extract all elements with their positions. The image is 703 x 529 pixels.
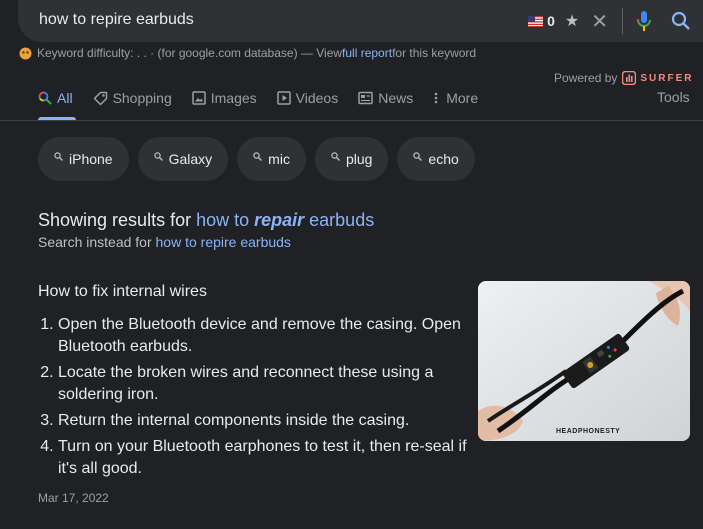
snippet-step: Open the Bluetooth device and remove the…	[58, 314, 483, 358]
refinement-chips: iPhone Galaxy mic plug echo	[38, 137, 484, 181]
tab-all-label: All	[57, 90, 73, 106]
tab-more-label: More	[446, 90, 479, 106]
news-icon	[358, 91, 373, 105]
chip-label: mic	[268, 151, 290, 167]
search-icon	[331, 151, 340, 161]
divider	[622, 8, 623, 34]
keyword-difficulty-text: Keyword difficulty: . . · (for google.co…	[37, 46, 343, 60]
keyword-count: 0	[547, 13, 555, 29]
snippet-date: Mar 17, 2022	[38, 491, 109, 505]
earbud-circuit-image: HEADPHONESTY	[478, 281, 690, 441]
chip-label: Galaxy	[168, 151, 213, 167]
snippet-steps: Open the Bluetooth device and remove the…	[38, 314, 483, 484]
tab-more[interactable]: More	[433, 88, 478, 108]
chip-galaxy[interactable]: Galaxy	[137, 137, 229, 181]
chip-mic[interactable]: mic	[237, 137, 306, 181]
chip-label: plug	[345, 151, 373, 167]
powered-by-label: Powered by	[554, 71, 618, 85]
keywords-everywhere-icon	[19, 47, 32, 59]
tab-videos-label: Videos	[295, 90, 339, 106]
chip-echo[interactable]: echo	[397, 137, 475, 181]
original-query-link[interactable]: how to repire earbuds	[156, 234, 291, 250]
chip-label: iPhone	[69, 151, 113, 167]
clear-icon[interactable]: ✕	[591, 9, 608, 34]
snippet-title: How to fix internal wires	[38, 283, 207, 300]
search-icon	[253, 151, 263, 161]
tab-images[interactable]: Images	[191, 88, 257, 108]
tab-images-label: Images	[210, 90, 257, 106]
tag-icon	[93, 91, 107, 105]
tab-shopping[interactable]: Shopping	[93, 88, 172, 108]
search-bar[interactable]: how to repire earbuds 0 ★ ✕	[18, 0, 703, 42]
snippet-step: Return the internal components inside th…	[58, 410, 483, 432]
snippet-step: Turn on your Bluetooth earphones to test…	[58, 436, 483, 480]
tab-news-label: News	[378, 90, 414, 106]
surfer-brand: SURFER	[640, 72, 694, 84]
play-icon	[276, 91, 291, 105]
snippet-step: Locate the broken wires and reconnect th…	[58, 362, 483, 406]
tab-news[interactable]: News	[358, 88, 413, 108]
full-report-link[interactable]: full report	[342, 46, 392, 60]
mic-icon[interactable]	[637, 11, 651, 31]
image-watermark: HEADPHONESTY	[556, 428, 620, 435]
star-icon[interactable]: ★	[565, 11, 579, 31]
keyword-difficulty-bar: Keyword difficulty: . . · (for google.co…	[19, 46, 476, 60]
tools-button[interactable]: Tools	[657, 89, 690, 105]
search-icon	[153, 151, 163, 161]
snippet-image[interactable]: HEADPHONESTY	[478, 281, 690, 441]
search-instead-for: Search instead for how to repire earbuds	[38, 234, 291, 250]
more-vert-icon	[434, 92, 438, 104]
surfer-logo-icon	[622, 71, 637, 85]
image-icon	[191, 91, 206, 105]
showing-prefix: Showing results for	[38, 210, 197, 230]
powered-by-surfer[interactable]: Powered by SURFER	[554, 71, 694, 85]
keyword-difficulty-suffix: for this keyword	[392, 46, 477, 60]
tab-all[interactable]: All	[38, 88, 73, 108]
chip-iphone[interactable]: iPhone	[38, 137, 129, 181]
search-icon	[413, 151, 423, 161]
search-icon	[38, 91, 52, 105]
corrected-query-link[interactable]: how to repair earbuds	[196, 210, 374, 230]
search-icon[interactable]	[671, 11, 691, 31]
search-input[interactable]: how to repire earbuds	[39, 11, 194, 29]
instead-prefix: Search instead for	[38, 234, 156, 250]
us-flag-icon	[528, 15, 544, 27]
tab-videos[interactable]: Videos	[276, 88, 339, 108]
chip-label: echo	[428, 151, 459, 167]
chip-plug[interactable]: plug	[314, 137, 389, 181]
search-icon	[54, 151, 63, 161]
search-bar-icons: 0 ★ ✕	[528, 0, 703, 42]
tab-shopping-label: Shopping	[112, 90, 172, 106]
header-divider	[0, 120, 703, 121]
search-tabs: All Shopping Images Videos News More	[38, 88, 498, 108]
showing-results-for: Showing results for how to repair earbud…	[38, 210, 374, 231]
